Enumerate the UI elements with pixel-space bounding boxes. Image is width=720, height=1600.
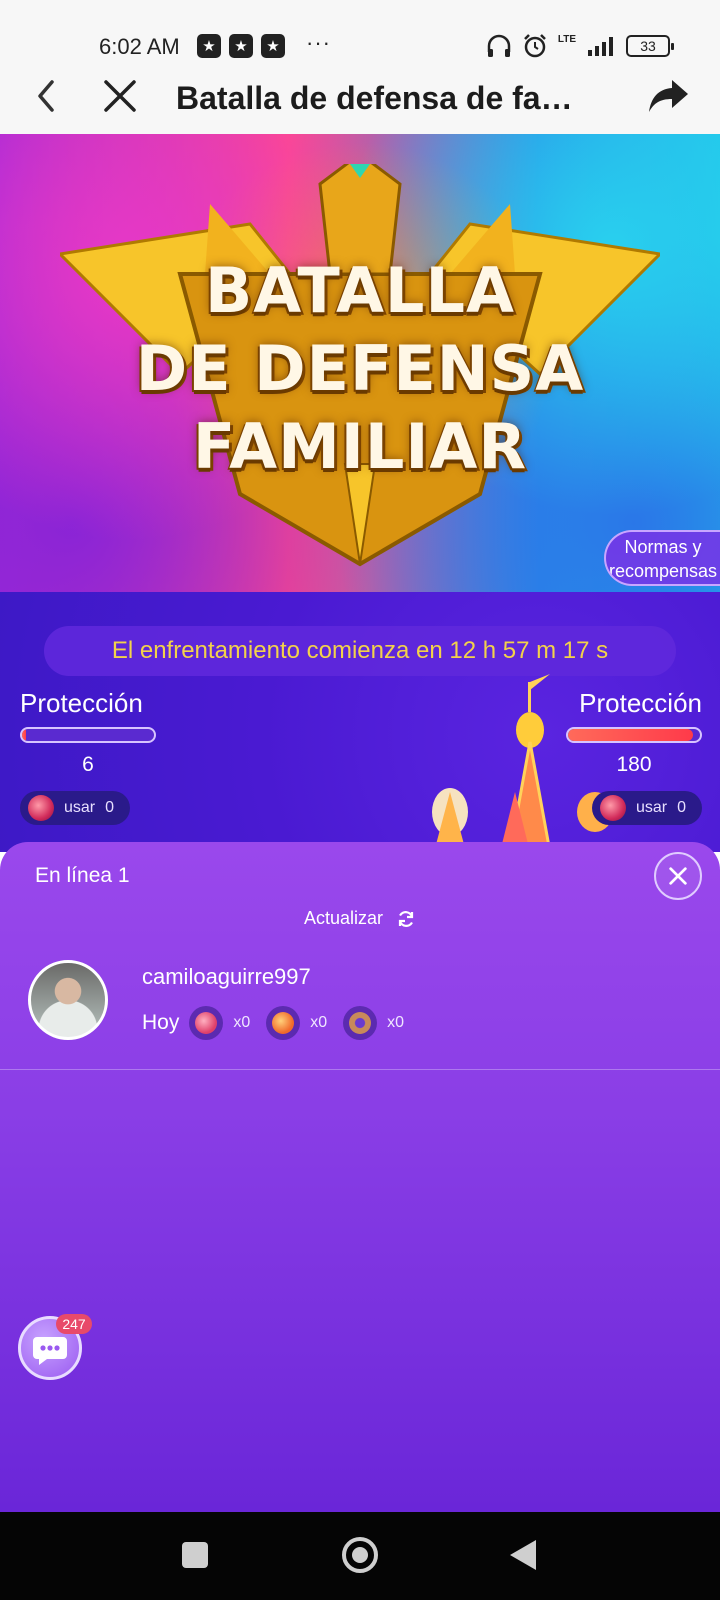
- protection-value: 6: [82, 753, 94, 776]
- day-label: Hoy: [142, 1011, 180, 1034]
- battle-panel: El enfrentamiento comienza en 12 h 57 m …: [0, 592, 720, 852]
- system-navigation-bar: [0, 1512, 720, 1600]
- shield-ring-icon: [343, 1006, 378, 1040]
- item-count: x0: [233, 1014, 251, 1031]
- protection-bar-fill: [568, 729, 694, 741]
- star-notification-icon: ★: [261, 34, 285, 58]
- share-icon[interactable]: [646, 74, 692, 118]
- use-label: usar: [64, 799, 96, 816]
- headphones-icon: [487, 34, 511, 57]
- red-gem-icon: [28, 795, 54, 821]
- use-gem-button[interactable]: usar 0: [592, 791, 702, 825]
- protection-bar: [566, 727, 702, 743]
- refresh-label: Actualizar: [303, 908, 383, 928]
- star-notification-icon: ★: [229, 34, 253, 58]
- close-icon[interactable]: [100, 74, 140, 118]
- protection-bar-fill: [22, 729, 26, 741]
- fire-scroll-icon: [266, 1006, 301, 1040]
- home-button[interactable]: [342, 1537, 378, 1573]
- protection-value: 180: [616, 753, 652, 776]
- red-gem-icon: [189, 1006, 224, 1040]
- system-back-button[interactable]: [510, 1540, 536, 1570]
- banner-title-line: DE DEFENSA: [135, 332, 585, 405]
- rules-rewards-button[interactable]: Normas y recompensas: [604, 530, 720, 586]
- use-count: 0: [677, 799, 687, 816]
- use-count: 0: [105, 799, 115, 816]
- online-users-sheet: En línea 1 Actualizar camiloaguirre997 H…: [0, 842, 720, 1512]
- alarm-icon: [523, 34, 546, 58]
- item-count: x0: [387, 1014, 405, 1031]
- banner-title-line: FAMILIAR: [192, 410, 528, 483]
- status-bar: 6:02 AM ★ ★ ★ ··· LTE 33: [0, 0, 720, 62]
- recent-apps-button[interactable]: [182, 1542, 208, 1568]
- online-count: En línea 1: [35, 864, 130, 887]
- banner-title-line: BATALLA: [205, 254, 515, 327]
- notification-icons: ★ ★ ★: [197, 34, 285, 58]
- right-team-panel: Protección 180 usar 0: [542, 688, 702, 825]
- system-icons: LTE 33: [486, 33, 674, 59]
- user-list-item[interactable]: camiloaguirre997 Hoy x0 x0 x0: [0, 960, 720, 1070]
- refresh-icon: [398, 911, 414, 928]
- status-time: 6:02 AM: [99, 34, 180, 59]
- refresh-button[interactable]: Actualizar: [0, 908, 720, 929]
- unread-badge: 247: [56, 1314, 92, 1334]
- use-gem-button[interactable]: usar 0: [20, 791, 130, 825]
- avatar[interactable]: [28, 960, 108, 1040]
- red-gem-icon: [600, 795, 626, 821]
- star-notification-icon: ★: [197, 34, 221, 58]
- signal-icon: [588, 37, 613, 56]
- close-sheet-icon[interactable]: [654, 852, 702, 900]
- protection-label: Protección: [579, 688, 702, 718]
- app-nav-bar: Batalla de defensa de fa…: [0, 62, 720, 134]
- protection-bar: [20, 727, 156, 743]
- item-count: x0: [310, 1014, 328, 1031]
- banner-title: BATALLA DE DEFENSA FAMILIAR: [0, 252, 720, 486]
- left-team-panel: Protección 6 usar 0: [20, 688, 180, 825]
- username: camiloaguirre997: [142, 964, 311, 989]
- event-banner: BATALLA DE DEFENSA FAMILIAR: [0, 134, 720, 592]
- back-arrow-icon[interactable]: [30, 74, 64, 118]
- more-notifications-icon: ···: [306, 30, 331, 55]
- use-label: usar: [636, 799, 668, 816]
- battery-icon: 33: [626, 35, 674, 57]
- protection-label: Protección: [20, 688, 143, 718]
- user-items-today: Hoy x0 x0 x0: [142, 1006, 410, 1040]
- page-title: Batalla de defensa de fa…: [176, 80, 573, 116]
- network-type: LTE: [557, 33, 576, 45]
